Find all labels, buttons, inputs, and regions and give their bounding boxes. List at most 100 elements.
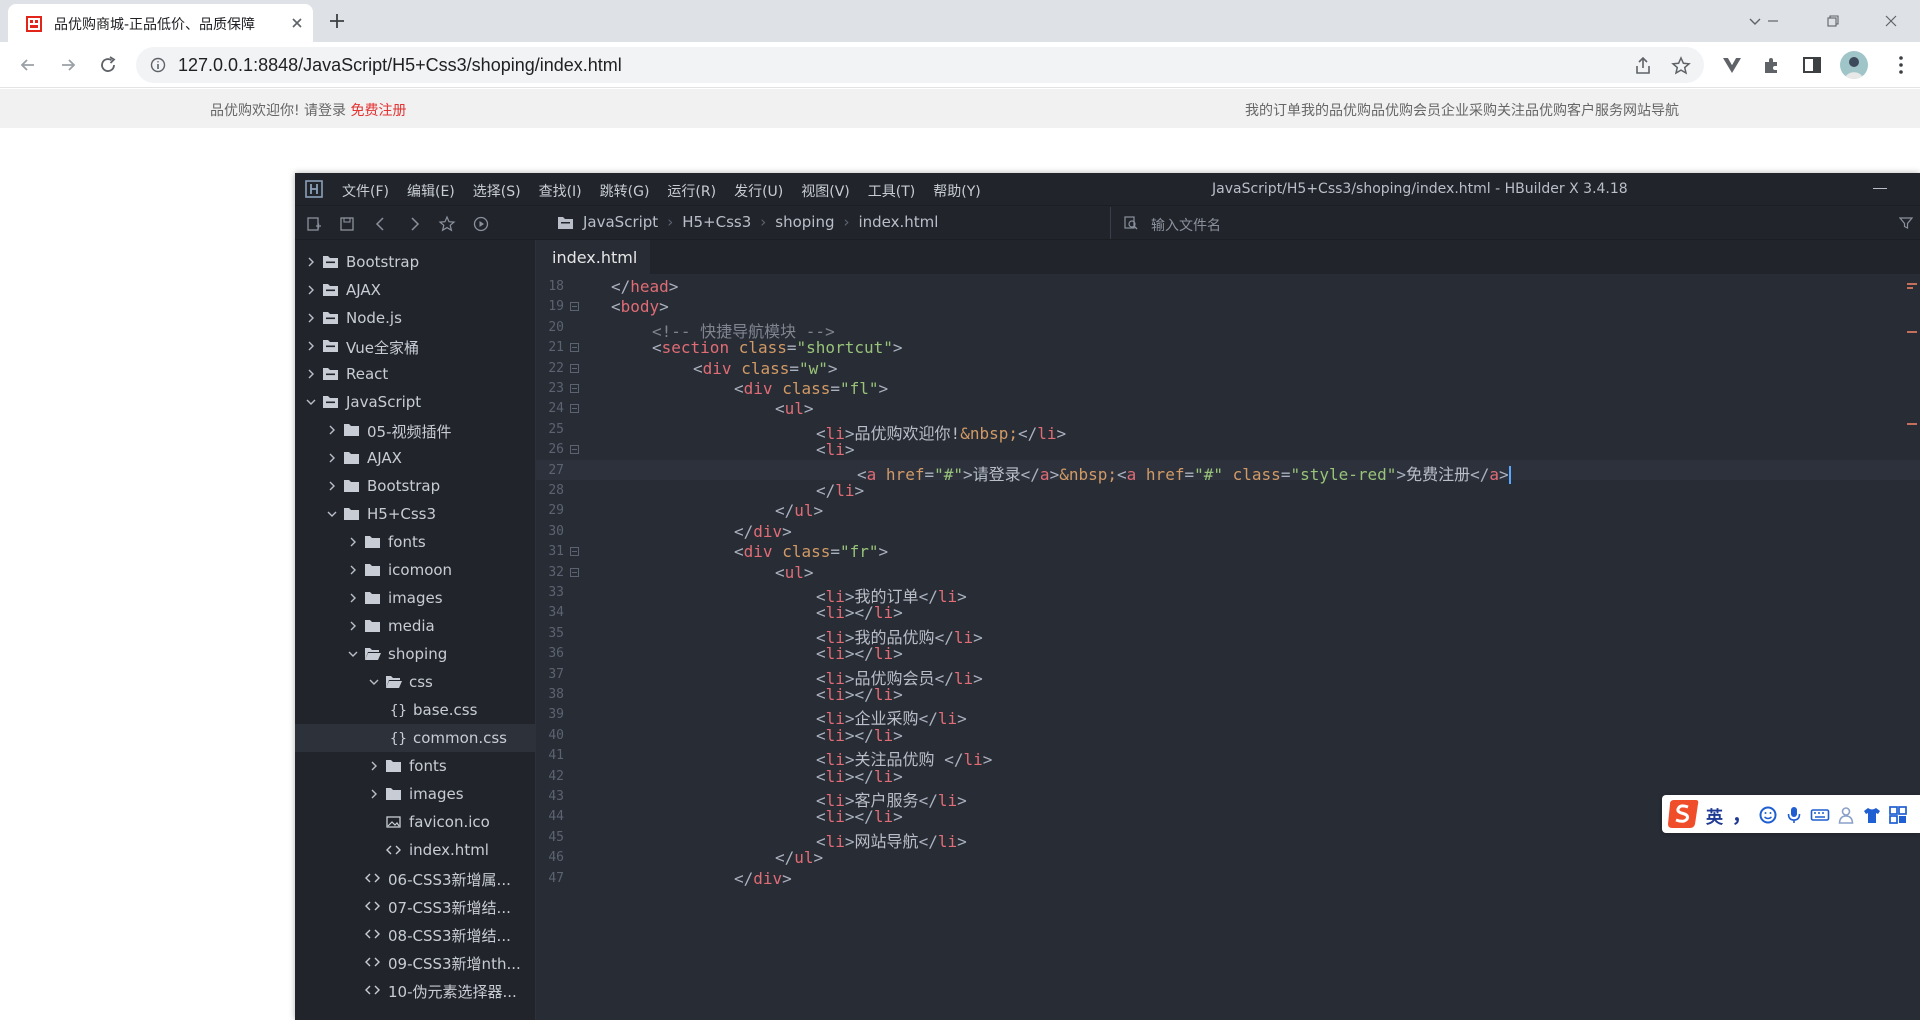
- code-line[interactable]: 32 <ul>: [536, 562, 1920, 582]
- ime-language[interactable]: 英: [1706, 803, 1723, 828]
- code-line[interactable]: 39 <li>企业采购</li>: [536, 704, 1920, 728]
- chevron-right-icon[interactable]: [305, 284, 317, 296]
- tree-item[interactable]: Bootstrap: [295, 472, 536, 500]
- user-icon[interactable]: [1836, 805, 1856, 825]
- menu-item[interactable]: 视图(V): [801, 181, 850, 201]
- chevron-right-icon[interactable]: [326, 452, 338, 464]
- chevron-right-icon[interactable]: [305, 312, 317, 324]
- sogou-logo-icon[interactable]: [1666, 798, 1700, 830]
- profile-avatar[interactable]: [1840, 51, 1868, 79]
- chevron-right-icon[interactable]: [347, 592, 359, 604]
- code-line[interactable]: 30 </div>: [536, 521, 1920, 541]
- browser-tab[interactable]: 品优购商城-正品低价、品质保障: [8, 4, 313, 42]
- save-icon[interactable]: [338, 215, 356, 233]
- ime-toolbar[interactable]: 英 ，: [1662, 795, 1920, 833]
- tree-item[interactable]: AJAX: [295, 444, 536, 472]
- code-editor[interactable]: index.html 18 </head> 19 <body> 20 <!-- 快捷导航模…: [536, 240, 1920, 1020]
- restore-window-button[interactable]: [1808, 6, 1858, 36]
- tree-item[interactable]: 06-CSS3新增属...: [295, 864, 536, 892]
- tree-item[interactable]: 07-CSS3新增结...: [295, 892, 536, 920]
- ime-punctuation[interactable]: ，: [1732, 799, 1752, 828]
- tree-item[interactable]: 09-CSS3新增nth...: [295, 948, 536, 976]
- chevron-right-icon[interactable]: [347, 620, 359, 632]
- favorite-star-icon[interactable]: [438, 215, 456, 233]
- tree-item[interactable]: 05-视频插件: [295, 416, 536, 444]
- forward-button[interactable]: [54, 52, 82, 78]
- menu-item[interactable]: 编辑(E): [407, 181, 455, 201]
- code-line[interactable]: 24 <ul>: [536, 398, 1920, 418]
- chevron-right-icon[interactable]: [305, 340, 317, 352]
- address-bar[interactable]: 127.0.0.1:8848/JavaScript/H5+Css3/shopin…: [136, 47, 1704, 83]
- menu-item[interactable]: 选择(S): [473, 181, 521, 201]
- code-line[interactable]: 28 </li>: [536, 480, 1920, 500]
- code-line[interactable]: 41 <li>关注品优购 </li>: [536, 745, 1920, 769]
- chevron-down-icon[interactable]: [326, 508, 338, 520]
- code-line[interactable]: 25 <li>品优购欢迎你!&nbsp;</li>: [536, 419, 1920, 443]
- emoji-icon[interactable]: [1758, 805, 1778, 825]
- extensions-puzzle-icon[interactable]: [1761, 54, 1783, 76]
- menu-item[interactable]: 跳转(G): [600, 181, 650, 201]
- close-tab-icon[interactable]: [288, 14, 306, 32]
- back-button[interactable]: [14, 52, 42, 78]
- fold-toggle-icon[interactable]: [570, 343, 579, 353]
- code-line[interactable]: 31 <div class="fr">: [536, 541, 1920, 561]
- code-line[interactable]: 36 <li></li>: [536, 643, 1920, 663]
- fold-toggle-icon[interactable]: [570, 445, 579, 455]
- skin-shirt-icon[interactable]: [1862, 805, 1882, 825]
- microphone-icon[interactable]: [1784, 805, 1804, 825]
- ide-minimize-button[interactable]: [1873, 188, 1887, 189]
- chevron-right-icon[interactable]: [305, 368, 317, 380]
- shortcut-right-links[interactable]: 我的订单我的品优购品优购会员企业采购关注品优购客户服务网站导航: [1245, 100, 1679, 120]
- tree-item[interactable]: React: [295, 360, 536, 388]
- bookmark-star-icon[interactable]: [1670, 55, 1692, 77]
- file-search-input[interactable]: 输入文件名: [1110, 207, 1920, 239]
- tree-item[interactable]: JavaScript: [295, 388, 536, 416]
- code-line[interactable]: 20 <!-- 快捷导航模块 -->: [536, 317, 1920, 341]
- side-panel-icon[interactable]: [1801, 54, 1823, 76]
- welcome-text[interactable]: 品优购欢迎你! 请登录: [210, 103, 351, 119]
- code-line[interactable]: 35 <li>我的品优购</li>: [536, 623, 1920, 647]
- tree-item[interactable]: fonts: [295, 752, 536, 780]
- code-line[interactable]: 26 <li>: [536, 439, 1920, 459]
- code-line[interactable]: 47 </div>: [536, 868, 1920, 888]
- menu-item[interactable]: 文件(F): [342, 181, 389, 201]
- menu-item[interactable]: 工具(T): [868, 181, 915, 201]
- tree-item[interactable]: Vue全家桶: [295, 332, 536, 360]
- code-line[interactable]: 27 <a href="#">请登录</a>&nbsp;<a href="#" c…: [536, 459, 1920, 485]
- fold-toggle-icon[interactable]: [570, 384, 579, 393]
- reload-button[interactable]: [94, 52, 122, 78]
- editor-tab-index-html[interactable]: index.html: [536, 240, 650, 274]
- tree-item[interactable]: images: [295, 584, 536, 612]
- tree-item[interactable]: shoping: [295, 640, 536, 668]
- close-window-button[interactable]: [1866, 6, 1916, 36]
- fold-toggle-icon[interactable]: [570, 547, 579, 557]
- chevron-right-icon[interactable]: [326, 424, 338, 436]
- tree-item[interactable]: index.html: [295, 836, 536, 864]
- more-menu-icon[interactable]: [1890, 54, 1912, 76]
- tree-item[interactable]: images: [295, 780, 536, 808]
- code-line[interactable]: 33 <li>我的订单</li>: [536, 582, 1920, 606]
- menu-item[interactable]: 帮助(Y): [933, 181, 980, 201]
- tree-item[interactable]: {} common.css: [295, 724, 536, 752]
- chevron-down-icon[interactable]: [305, 396, 317, 408]
- tree-item[interactable]: 08-CSS3新增结...: [295, 920, 536, 948]
- filter-icon[interactable]: [1899, 216, 1913, 230]
- tree-item[interactable]: H5+Css3: [295, 500, 536, 528]
- code-line[interactable]: 19 <body>: [536, 296, 1920, 316]
- forward-icon[interactable]: [405, 215, 423, 233]
- chevron-right-icon[interactable]: [347, 536, 359, 548]
- new-file-icon[interactable]: [305, 215, 323, 233]
- code-line[interactable]: 29 </ul>: [536, 500, 1920, 520]
- menu-item[interactable]: 运行(R): [667, 181, 716, 201]
- breadcrumb-item[interactable]: shoping: [775, 213, 834, 231]
- fold-toggle-icon[interactable]: [570, 363, 579, 373]
- code-line[interactable]: 38 <li></li>: [536, 684, 1920, 704]
- menu-item[interactable]: 查找(I): [539, 181, 582, 201]
- code-line[interactable]: 22 <div class="w">: [536, 358, 1920, 378]
- tree-item[interactable]: css: [295, 668, 536, 696]
- tree-item[interactable]: AJAX: [295, 276, 536, 304]
- vue-devtools-icon[interactable]: [1721, 54, 1743, 76]
- tree-item[interactable]: {} base.css: [295, 696, 536, 724]
- breadcrumb-item[interactable]: JavaScript: [583, 213, 658, 231]
- chevron-down-icon[interactable]: [368, 676, 380, 688]
